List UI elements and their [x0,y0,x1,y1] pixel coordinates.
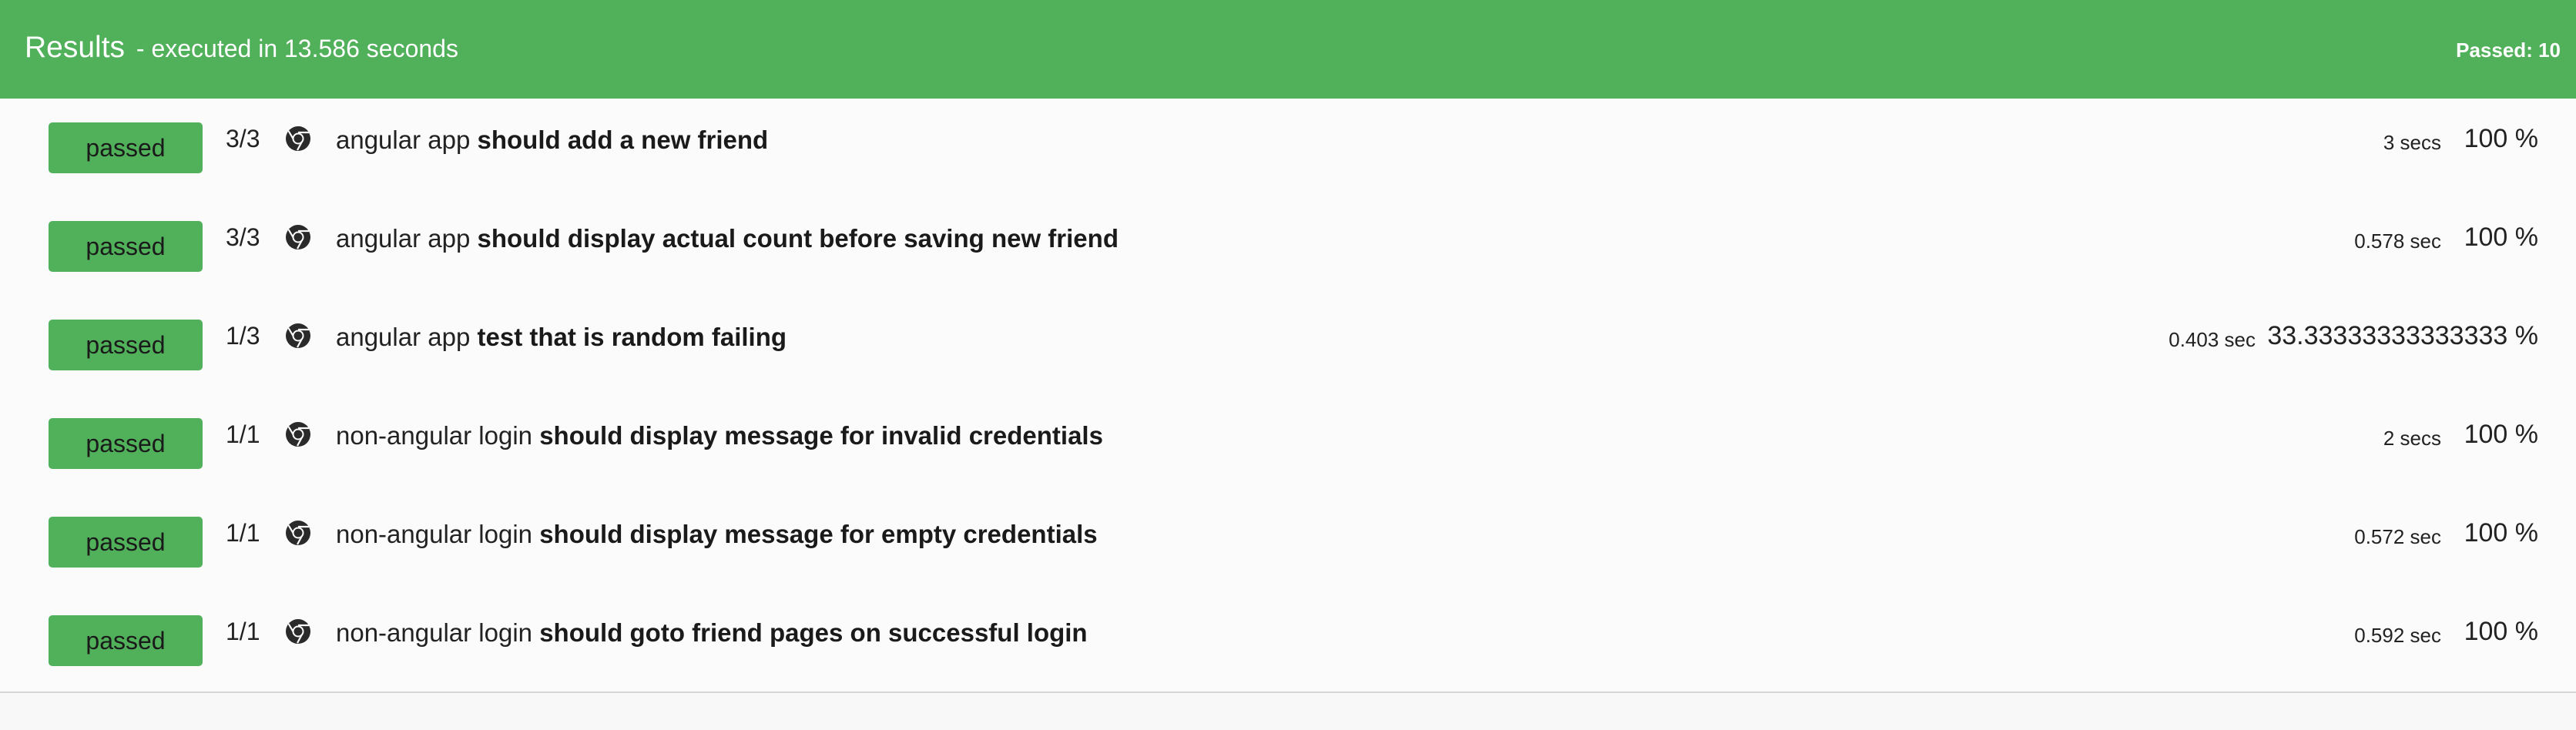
chrome-icon [286,225,310,249]
pass-percent: 100 % [2464,124,2538,153]
spec-name: should goto friend pages on successful l… [539,618,1088,647]
suite-name: non-angular login [336,618,533,647]
result-row[interactable]: passed 1/1 non-angular login should goto… [0,591,2576,690]
duration: 0.578 sec [2354,229,2441,253]
spec-name: should display message for invalid crede… [539,421,1103,450]
duration: 0.403 sec [2168,328,2256,351]
pass-ratio: 1/1 [226,519,260,547]
suite-name: non-angular login [336,421,533,450]
test-name: angular app test that is random failing [336,322,787,353]
spec-name: should add a new friend [477,126,769,154]
chrome-icon [286,619,310,644]
results-list: passed 3/3 angular app should add a new … [0,99,2576,693]
chrome-icon [286,422,310,447]
status-badge: passed [49,517,203,568]
suite-name: non-angular login [336,520,533,548]
header-execution-time: - executed in 13.586 seconds [136,35,458,62]
result-row[interactable]: passed 3/3 angular app should display ac… [0,197,2576,296]
suite-name: angular app [336,224,471,253]
passed-count: Passed: 10 [2456,39,2561,62]
pass-percent: 100 % [2464,420,2538,449]
results-header: Results - executed in 13.586 seconds Pas… [0,0,2576,99]
chrome-icon [286,521,310,545]
result-row[interactable]: passed 1/3 angular app test that is rand… [0,296,2576,394]
suite-name: angular app [336,126,471,154]
suite-name: angular app [336,323,471,351]
pass-ratio: 1/1 [226,618,260,645]
header-title-group: Results - executed in 13.586 seconds [25,29,458,67]
chrome-icon [286,126,310,151]
spec-name: should display message for empty credent… [539,520,1098,548]
result-row[interactable]: passed 3/3 angular app should add a new … [0,99,2576,197]
test-name: angular app should display actual count … [336,223,1119,254]
spec-name: test that is random failing [477,323,787,351]
result-row[interactable]: passed 1/1 non-angular login should disp… [0,493,2576,591]
status-badge: passed [49,320,203,370]
duration: 3 secs [2383,131,2441,154]
pass-ratio: 1/1 [226,420,260,448]
pass-percent: 100 % [2464,223,2538,252]
test-name: non-angular login should display message… [336,519,1098,550]
status-badge: passed [49,615,203,666]
test-name: angular app should add a new friend [336,125,768,156]
pass-percent: 33.33333333333333 % [2267,321,2538,350]
chrome-icon [286,323,310,348]
pass-ratio: 3/3 [226,223,260,251]
duration: 2 secs [2383,427,2441,450]
status-badge: passed [49,418,203,469]
pass-ratio: 3/3 [226,125,260,152]
result-row[interactable]: passed 1/1 non-angular login should disp… [0,394,2576,493]
test-name: non-angular login should display message… [336,420,1103,451]
spec-name: should display actual count before savin… [477,224,1119,253]
pass-percent: 100 % [2464,518,2538,548]
pass-percent: 100 % [2464,617,2538,646]
header-title: Results [25,31,126,64]
duration: 0.592 sec [2354,624,2441,647]
test-name: non-angular login should goto friend pag… [336,618,1088,648]
status-badge: passed [49,122,203,173]
pass-ratio: 1/3 [226,322,260,350]
status-badge: passed [49,221,203,272]
duration: 0.572 sec [2354,525,2441,548]
